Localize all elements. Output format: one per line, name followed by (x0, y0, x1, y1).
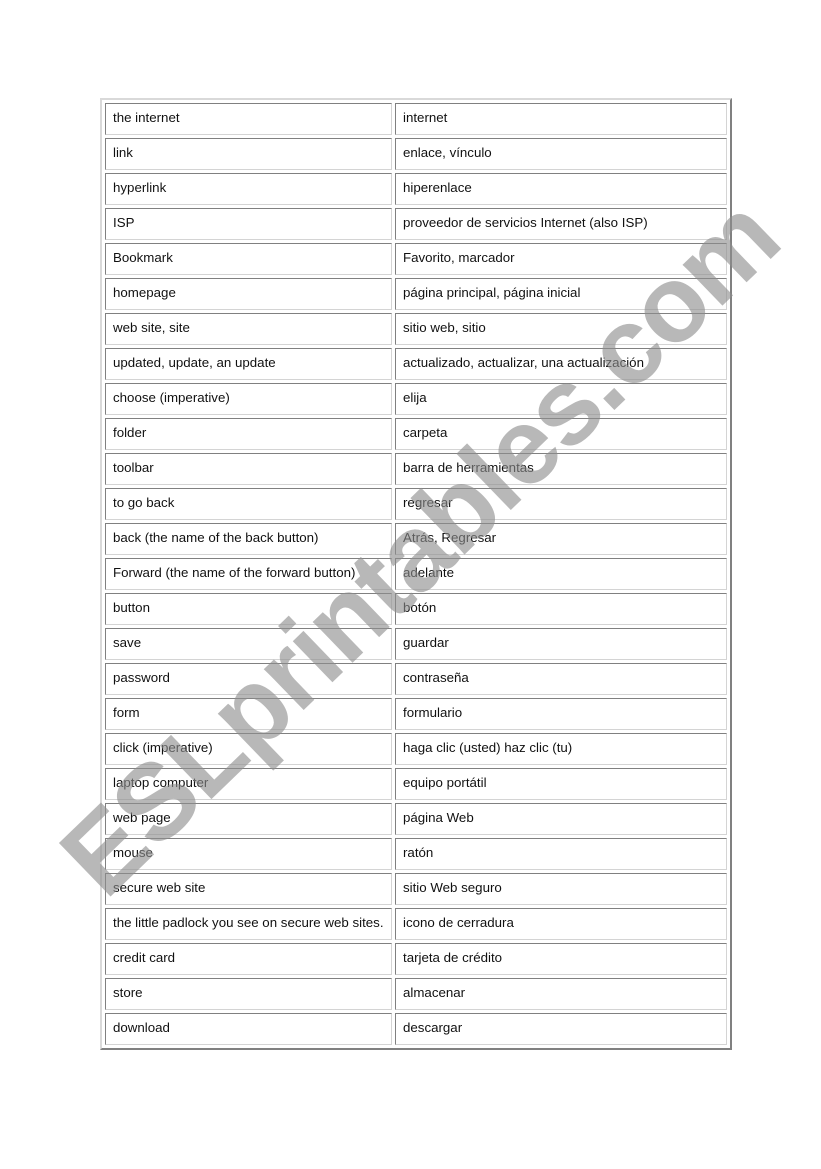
table-row: store almacenar (105, 978, 727, 1010)
table-row: button botón (105, 593, 727, 625)
spanish-term-cell: elija (395, 383, 727, 415)
english-term-cell: button (105, 593, 392, 625)
spanish-term-cell: sitio Web seguro (395, 873, 727, 905)
table-row: link enlace, vínculo (105, 138, 727, 170)
table-row: mouse ratón (105, 838, 727, 870)
english-term-cell: store (105, 978, 392, 1010)
table-row: the internet internet (105, 103, 727, 135)
spanish-term-cell: hiperenlace (395, 173, 727, 205)
table-row: save guardar (105, 628, 727, 660)
spanish-term-cell: sitio web, sitio (395, 313, 727, 345)
spanish-term-cell: Favorito, marcador (395, 243, 727, 275)
table-row: Forward (the name of the forward button)… (105, 558, 727, 590)
spanish-term-cell: carpeta (395, 418, 727, 450)
spanish-term-cell: enlace, vínculo (395, 138, 727, 170)
table-row: secure web site sitio Web seguro (105, 873, 727, 905)
spanish-term-cell: proveedor de servicios Internet (also IS… (395, 208, 727, 240)
spanish-term-cell: equipo portátil (395, 768, 727, 800)
english-term-cell: the little padlock you see on secure web… (105, 908, 392, 940)
table-row: web page página Web (105, 803, 727, 835)
spanish-term-cell: actualizado, actualizar, una actualizaci… (395, 348, 727, 380)
spanish-term-cell: adelante (395, 558, 727, 590)
table-row: form formulario (105, 698, 727, 730)
vocabulary-table-body: the internet internet link enlace, vínculo h… (105, 103, 727, 1045)
english-term-cell: web site, site (105, 313, 392, 345)
table-row: credit card tarjeta de crédito (105, 943, 727, 975)
table-row: laptop computer equipo portátil (105, 768, 727, 800)
table-row: click (imperative) haga clic (usted) haz … (105, 733, 727, 765)
vocabulary-table: the internet internet link enlace, vínculo h… (100, 98, 732, 1050)
table-row: hyperlink hiperenlace (105, 173, 727, 205)
english-term-cell: secure web site (105, 873, 392, 905)
spanish-term-cell: almacenar (395, 978, 727, 1010)
english-term-cell: click (imperative) (105, 733, 392, 765)
table-row: updated, update, an update actualizado, a… (105, 348, 727, 380)
table-row: homepage página principal, página inicial (105, 278, 727, 310)
table-row: Bookmark Favorito, marcador (105, 243, 727, 275)
english-term-cell: web page (105, 803, 392, 835)
english-term-cell: hyperlink (105, 173, 392, 205)
table-row: choose (imperative) elija (105, 383, 727, 415)
spanish-term-cell: página principal, página inicial (395, 278, 727, 310)
spanish-term-cell: ratón (395, 838, 727, 870)
spanish-term-cell: guardar (395, 628, 727, 660)
table-row: to go back regresar (105, 488, 727, 520)
table-row: back (the name of the back button) Atrás,… (105, 523, 727, 555)
spanish-term-cell: regresar (395, 488, 727, 520)
spanish-term-cell: contraseña (395, 663, 727, 695)
table-row: folder carpeta (105, 418, 727, 450)
spanish-term-cell: internet (395, 103, 727, 135)
table-row: password contraseña (105, 663, 727, 695)
english-term-cell: back (the name of the back button) (105, 523, 392, 555)
english-term-cell: Forward (the name of the forward button) (105, 558, 392, 590)
english-term-cell: download (105, 1013, 392, 1045)
english-term-cell: password (105, 663, 392, 695)
table-row: toolbar barra de herramientas (105, 453, 727, 485)
spanish-term-cell: icono de cerradura (395, 908, 727, 940)
english-term-cell: credit card (105, 943, 392, 975)
spanish-term-cell: página Web (395, 803, 727, 835)
table-row: download descargar (105, 1013, 727, 1045)
english-term-cell: to go back (105, 488, 392, 520)
table-row: the little padlock you see on secure web… (105, 908, 727, 940)
english-term-cell: folder (105, 418, 392, 450)
spanish-term-cell: tarjeta de crédito (395, 943, 727, 975)
english-term-cell: homepage (105, 278, 392, 310)
english-term-cell: Bookmark (105, 243, 392, 275)
english-term-cell: choose (imperative) (105, 383, 392, 415)
english-term-cell: form (105, 698, 392, 730)
english-term-cell: toolbar (105, 453, 392, 485)
spanish-term-cell: formulario (395, 698, 727, 730)
spanish-term-cell: barra de herramientas (395, 453, 727, 485)
english-term-cell: mouse (105, 838, 392, 870)
spanish-term-cell: Atrás, Regresar (395, 523, 727, 555)
english-term-cell: ISP (105, 208, 392, 240)
table-row: ISP proveedor de servicios Internet (also… (105, 208, 727, 240)
english-term-cell: link (105, 138, 392, 170)
spanish-term-cell: descargar (395, 1013, 727, 1045)
english-term-cell: laptop computer (105, 768, 392, 800)
english-term-cell: the internet (105, 103, 392, 135)
spanish-term-cell: botón (395, 593, 727, 625)
english-term-cell: updated, update, an update (105, 348, 392, 380)
table-row: web site, site sitio web, sitio (105, 313, 727, 345)
spanish-term-cell: haga clic (usted) haz clic (tu) (395, 733, 727, 765)
english-term-cell: save (105, 628, 392, 660)
